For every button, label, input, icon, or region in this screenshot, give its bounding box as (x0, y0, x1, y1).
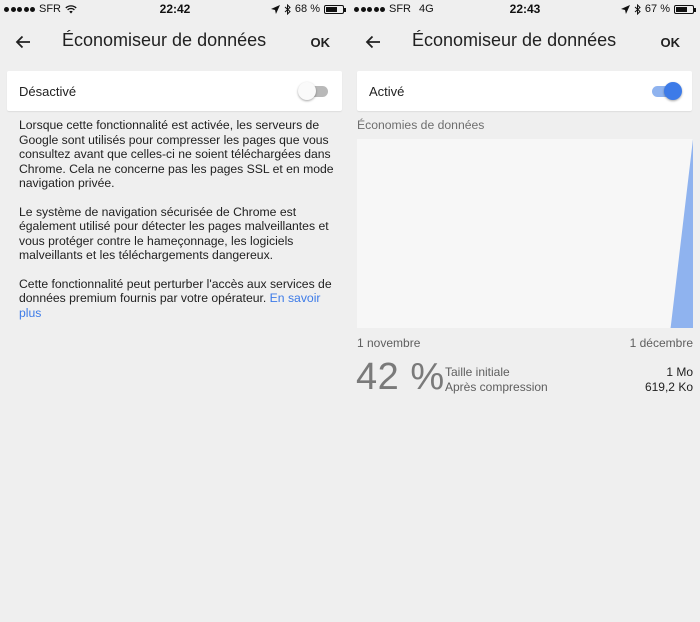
data-saver-toggle-row[interactable]: Activé (357, 71, 692, 111)
location-arrow-icon (270, 4, 280, 14)
data-saver-switch[interactable] (298, 82, 330, 100)
initial-size-value: 1 Mo (666, 365, 693, 379)
savings-percent: 42 % (356, 356, 445, 398)
status-bar: SFR 22:42 68 % (0, 0, 350, 18)
description-paragraph-3: Cette fonctionnalité peut perturber l'ac… (19, 277, 336, 321)
data-saver-switch[interactable] (650, 82, 682, 100)
back-button[interactable] (358, 28, 388, 56)
screens: SFR 22:42 68 % Économiseur de données OK… (0, 0, 700, 622)
location-arrow-icon (620, 4, 630, 14)
chart-end-date: 1 décembre (629, 336, 693, 350)
back-button[interactable] (8, 28, 38, 56)
battery-icon (674, 4, 696, 14)
status-bar: SFR 4G 22:43 67 % (350, 0, 700, 18)
switch-thumb (664, 82, 682, 100)
compressed-size-value: 619,2 Ko (644, 379, 693, 394)
savings-chart (357, 139, 693, 328)
chart-area-series-2 (357, 214, 693, 328)
page-title: Économiseur de données (412, 30, 617, 50)
arrow-left-icon (365, 35, 380, 49)
initial-size-label: Taille initiale (445, 365, 510, 379)
app-bar: Économiseur de données OK (350, 18, 700, 66)
bluetooth-icon (284, 3, 291, 15)
screen-disabled: SFR 22:42 68 % Économiseur de données OK… (0, 0, 350, 622)
data-saver-toggle-row[interactable]: Désactivé (7, 71, 342, 111)
description-paragraph-2: Le système de navigation sécurisée de Ch… (19, 204, 329, 263)
savings-chart-svg (357, 139, 693, 328)
description: Lorsque cette fonctionnalité est activée… (19, 118, 336, 334)
status-right: 68 % (270, 3, 346, 15)
switch-thumb (298, 82, 316, 100)
description-paragraph-1: Lorsque cette fonctionnalité est activée… (19, 118, 334, 190)
chart-area-series-1 (357, 139, 693, 328)
toggle-state-label: Désactivé (19, 84, 77, 99)
stat-values: 1 Mo 619,2 Ko (645, 365, 693, 394)
stat-labels: Taille initiale Après compression (445, 365, 548, 394)
app-bar: Économiseur de données OK (0, 18, 350, 66)
bluetooth-icon (634, 3, 641, 15)
arrow-left-icon (15, 35, 30, 49)
ok-button[interactable]: OK (311, 35, 331, 50)
page-title: Économiseur de données (62, 30, 267, 50)
compressed-size-label: Après compression (445, 379, 548, 394)
savings-title: Économies de données (357, 118, 485, 132)
chart-start-date: 1 novembre (357, 336, 421, 350)
battery-percent: 67 % (644, 3, 670, 15)
screen-enabled: SFR 4G 22:43 67 % Économiseur de données… (350, 0, 700, 622)
toggle-state-label: Activé (369, 84, 405, 99)
status-right: 67 % (620, 3, 696, 15)
ok-button[interactable]: OK (661, 35, 681, 50)
battery-percent: 68 % (294, 3, 320, 15)
battery-icon (324, 4, 346, 14)
